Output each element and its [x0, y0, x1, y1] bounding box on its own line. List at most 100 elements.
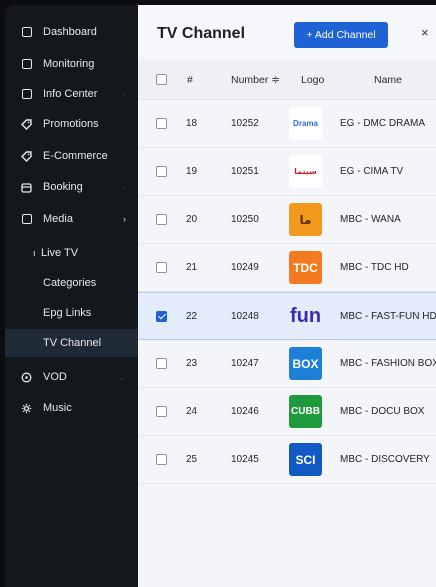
- dashboard-icon: [21, 27, 32, 38]
- channel-name: EG - CIMA TV: [340, 166, 404, 177]
- row-checkbox[interactable]: [156, 262, 167, 273]
- channel-number: 10252: [231, 118, 259, 129]
- sidebar-item-label: Media: [43, 213, 73, 225]
- booking-icon: [21, 182, 32, 193]
- row-index: 24: [186, 406, 198, 417]
- music-icon: [21, 403, 32, 414]
- column-header-name: Name: [374, 74, 403, 86]
- sidebar-item-label: Info Center: [43, 88, 98, 100]
- table-header: # Number ≑ Logo Name: [138, 60, 436, 100]
- table-row[interactable]: 20 10250 ما MBC - WANA: [138, 196, 436, 244]
- row-checkbox[interactable]: [156, 166, 167, 177]
- chevron-right-icon: ›: [123, 89, 126, 99]
- sidebar-item-label: Music: [43, 402, 72, 414]
- row-checkbox[interactable]: [156, 358, 167, 369]
- channel-name: MBC - TDC HD: [340, 262, 409, 273]
- table-row[interactable]: 18 10252 Drama EG - DMC DRAMA: [138, 100, 436, 148]
- channel-logo: CUBB: [289, 395, 322, 428]
- sidebar-item-label: E-Commerce: [43, 150, 108, 162]
- sidebar-item-ecommerce[interactable]: E-Commerce: [5, 141, 138, 171]
- sidebar-item-vod[interactable]: VOD ⌄: [5, 362, 138, 392]
- table-row[interactable]: 21 10249 TDC MBC - TDC HD: [138, 244, 436, 292]
- row-checkbox[interactable]: [156, 214, 167, 225]
- sidebar-item-monitoring[interactable]: Monitoring: [5, 49, 138, 79]
- channel-name: MBC - WANA: [340, 214, 401, 225]
- chevron-right-icon: ›: [123, 214, 126, 224]
- table-row[interactable]: 24 10246 CUBB MBC - DOCU BOX: [138, 388, 436, 436]
- row-checkbox[interactable]: [156, 311, 167, 322]
- sidebar-item-info-center[interactable]: Info Center ›: [5, 79, 138, 109]
- page-title: TV Channel: [157, 25, 246, 42]
- sidebar-item-promotions[interactable]: Promotions: [5, 109, 138, 139]
- channel-number: 10250: [231, 214, 259, 225]
- row-index: 22: [186, 311, 198, 322]
- sidebar-subitem-tv-channel[interactable]: TV Channel: [5, 329, 138, 357]
- vod-icon: [21, 372, 32, 383]
- panel-header: TV Channel + Add Channel ×: [138, 5, 436, 60]
- promotions-icon: [21, 118, 32, 130]
- sidebar-subitem-categories[interactable]: Categories: [5, 269, 138, 297]
- sidebar-item-media[interactable]: Media ›: [5, 204, 138, 234]
- sidebar-item-label: Dashboard: [43, 26, 97, 38]
- sidebar-item-music[interactable]: Music: [5, 393, 138, 423]
- channel-number: 10245: [231, 454, 259, 465]
- sidebar-item-dashboard[interactable]: Dashboard: [5, 17, 138, 47]
- sidebar-item-label: Monitoring: [43, 58, 95, 70]
- table-row[interactable]: 23 10247 BOX MBC - FASHION BOX: [138, 340, 436, 388]
- sidebar-subitem-live-tv[interactable]: ı Live TV: [5, 239, 138, 267]
- channel-logo: TDC: [289, 251, 322, 284]
- sidebar-item-booking[interactable]: Booking ›: [5, 172, 138, 202]
- table-row[interactable]: 25 10245 SCI MBC - DISCOVERY: [138, 436, 436, 484]
- sidebar-subitem-label: Categories: [43, 277, 97, 289]
- sidebar-item-label: Promotions: [43, 118, 99, 130]
- chevron-right-icon: ›: [123, 182, 126, 192]
- channel-number: 10251: [231, 166, 259, 177]
- table-row[interactable]: 19 10251 سينما EG - CIMA TV: [138, 148, 436, 196]
- add-channel-button[interactable]: + Add Channel: [294, 22, 388, 48]
- sidebar: Dashboard Monitoring Info Center › Promo…: [5, 5, 138, 587]
- channel-number: 10246: [231, 406, 259, 417]
- channel-logo: ما: [289, 203, 322, 236]
- channel-number: 10248: [231, 311, 259, 322]
- row-index: 20: [186, 214, 198, 225]
- sidebar-item-label: VOD: [43, 371, 67, 383]
- sidebar-subitem-label: TV Channel: [43, 337, 102, 349]
- channel-name: EG - DMC DRAMA: [340, 118, 425, 129]
- channel-name: MBC - FASHION BOX: [340, 358, 436, 369]
- sidebar-subitem-epg-links[interactable]: Epg Links: [5, 299, 138, 327]
- column-header-logo: Logo: [301, 74, 325, 86]
- select-all-checkbox[interactable]: [156, 74, 167, 85]
- channel-logo: SCI: [289, 443, 322, 476]
- info-center-icon: [21, 89, 32, 100]
- media-icon: [21, 214, 32, 225]
- sidebar-item-label: Booking: [43, 181, 83, 193]
- row-index: 19: [186, 166, 198, 177]
- channel-number: 10249: [231, 262, 259, 273]
- app-window: Dashboard Monitoring Info Center › Promo…: [0, 0, 436, 587]
- ecommerce-icon: [21, 150, 32, 162]
- row-index: 18: [186, 118, 198, 129]
- channel-name: MBC - FAST-FUN HD: [340, 311, 436, 322]
- channel-number: 10247: [231, 358, 259, 369]
- row-index: 23: [186, 358, 198, 369]
- row-checkbox[interactable]: [156, 118, 167, 129]
- channel-logo: سينما: [289, 155, 322, 188]
- sidebar-subitem-label: Epg Links: [43, 307, 92, 319]
- row-index: 25: [186, 454, 198, 465]
- column-header-index: #: [187, 74, 193, 86]
- column-header-number[interactable]: Number ≑: [231, 74, 280, 86]
- close-icon[interactable]: ×: [421, 25, 429, 40]
- monitoring-icon: [21, 59, 32, 70]
- channel-logo: BOX: [289, 347, 322, 380]
- bullet-icon: ı: [33, 248, 36, 258]
- channel-name: MBC - DOCU BOX: [340, 406, 425, 417]
- row-checkbox[interactable]: [156, 406, 167, 417]
- chevron-down-icon: ⌄: [118, 371, 126, 382]
- channel-name: MBC - DISCOVERY: [340, 454, 430, 465]
- row-checkbox[interactable]: [156, 454, 167, 465]
- sidebar-subitem-label: Live TV: [41, 247, 79, 259]
- table-row[interactable]: 22 10248 fun MBC - FAST-FUN HD: [138, 292, 436, 340]
- main-panel: TV Channel + Add Channel × # Number ≑ Lo…: [138, 5, 436, 587]
- row-index: 21: [186, 262, 198, 273]
- channel-logo: fun: [289, 305, 322, 327]
